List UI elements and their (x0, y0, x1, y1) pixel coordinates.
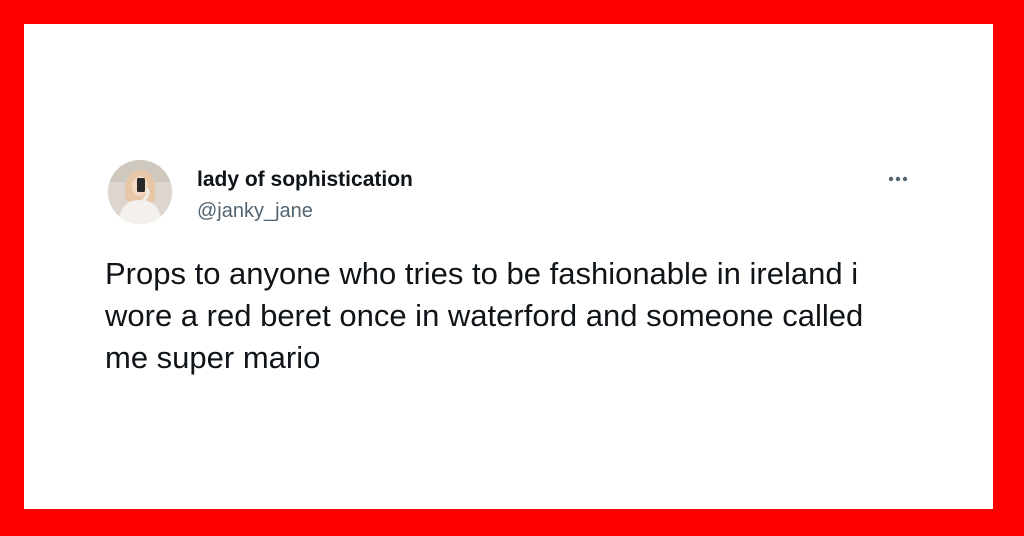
more-horizontal-icon (888, 176, 908, 182)
avatar-photo (108, 160, 172, 224)
tweet-card: lady of sophistication @janky_jane Props… (24, 24, 993, 509)
author-handle[interactable]: @janky_jane (197, 198, 313, 224)
avatar[interactable] (108, 160, 172, 224)
author-name[interactable]: lady of sophistication (197, 167, 413, 193)
red-frame: lady of sophistication @janky_jane Props… (0, 0, 1024, 536)
tweet-text: Props to anyone who tries to be fashiona… (105, 256, 864, 375)
more-options-button[interactable] (880, 164, 916, 194)
